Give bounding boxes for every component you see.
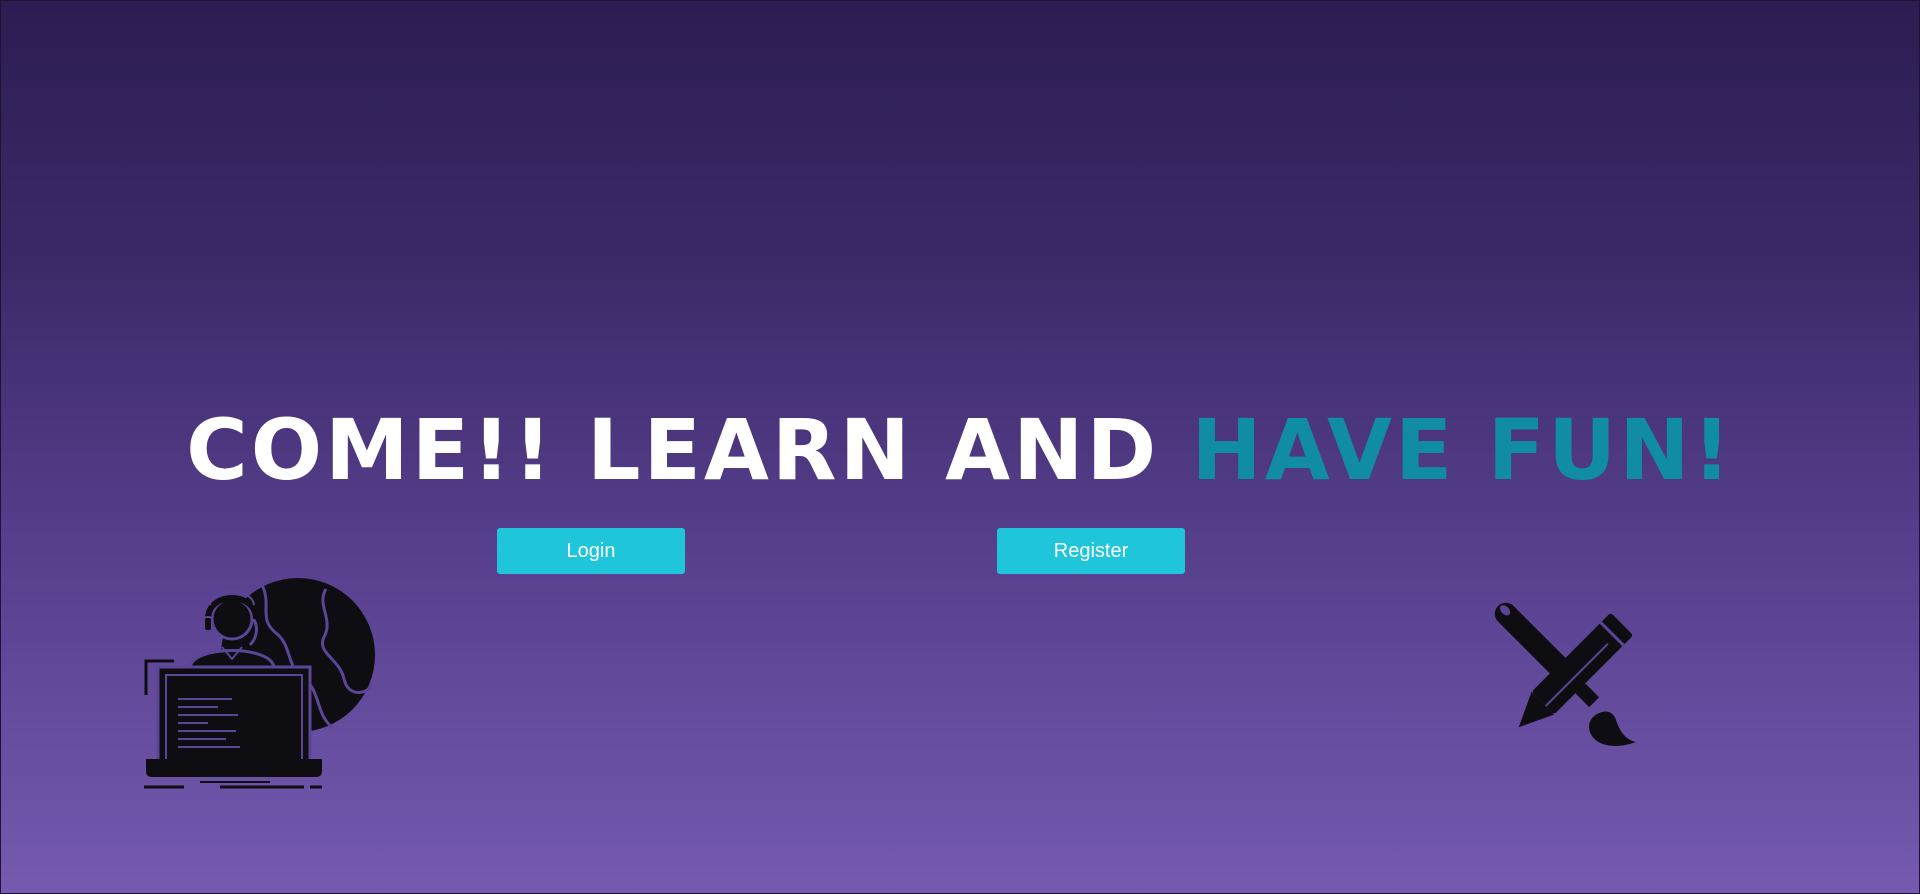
online-teacher-laptop-globe-icon <box>144 578 375 789</box>
pencil-paintbrush-crossed-icon <box>1494 602 1636 746</box>
register-button[interactable]: Register <box>997 528 1185 574</box>
hero-title-main: COME!! LEARN AND <box>186 401 1192 499</box>
login-button[interactable]: Login <box>497 528 685 574</box>
hero-title: COME!! LEARN AND HAVE FUN! <box>0 400 1920 500</box>
hero-title-accent: HAVE FUN! <box>1191 401 1734 499</box>
